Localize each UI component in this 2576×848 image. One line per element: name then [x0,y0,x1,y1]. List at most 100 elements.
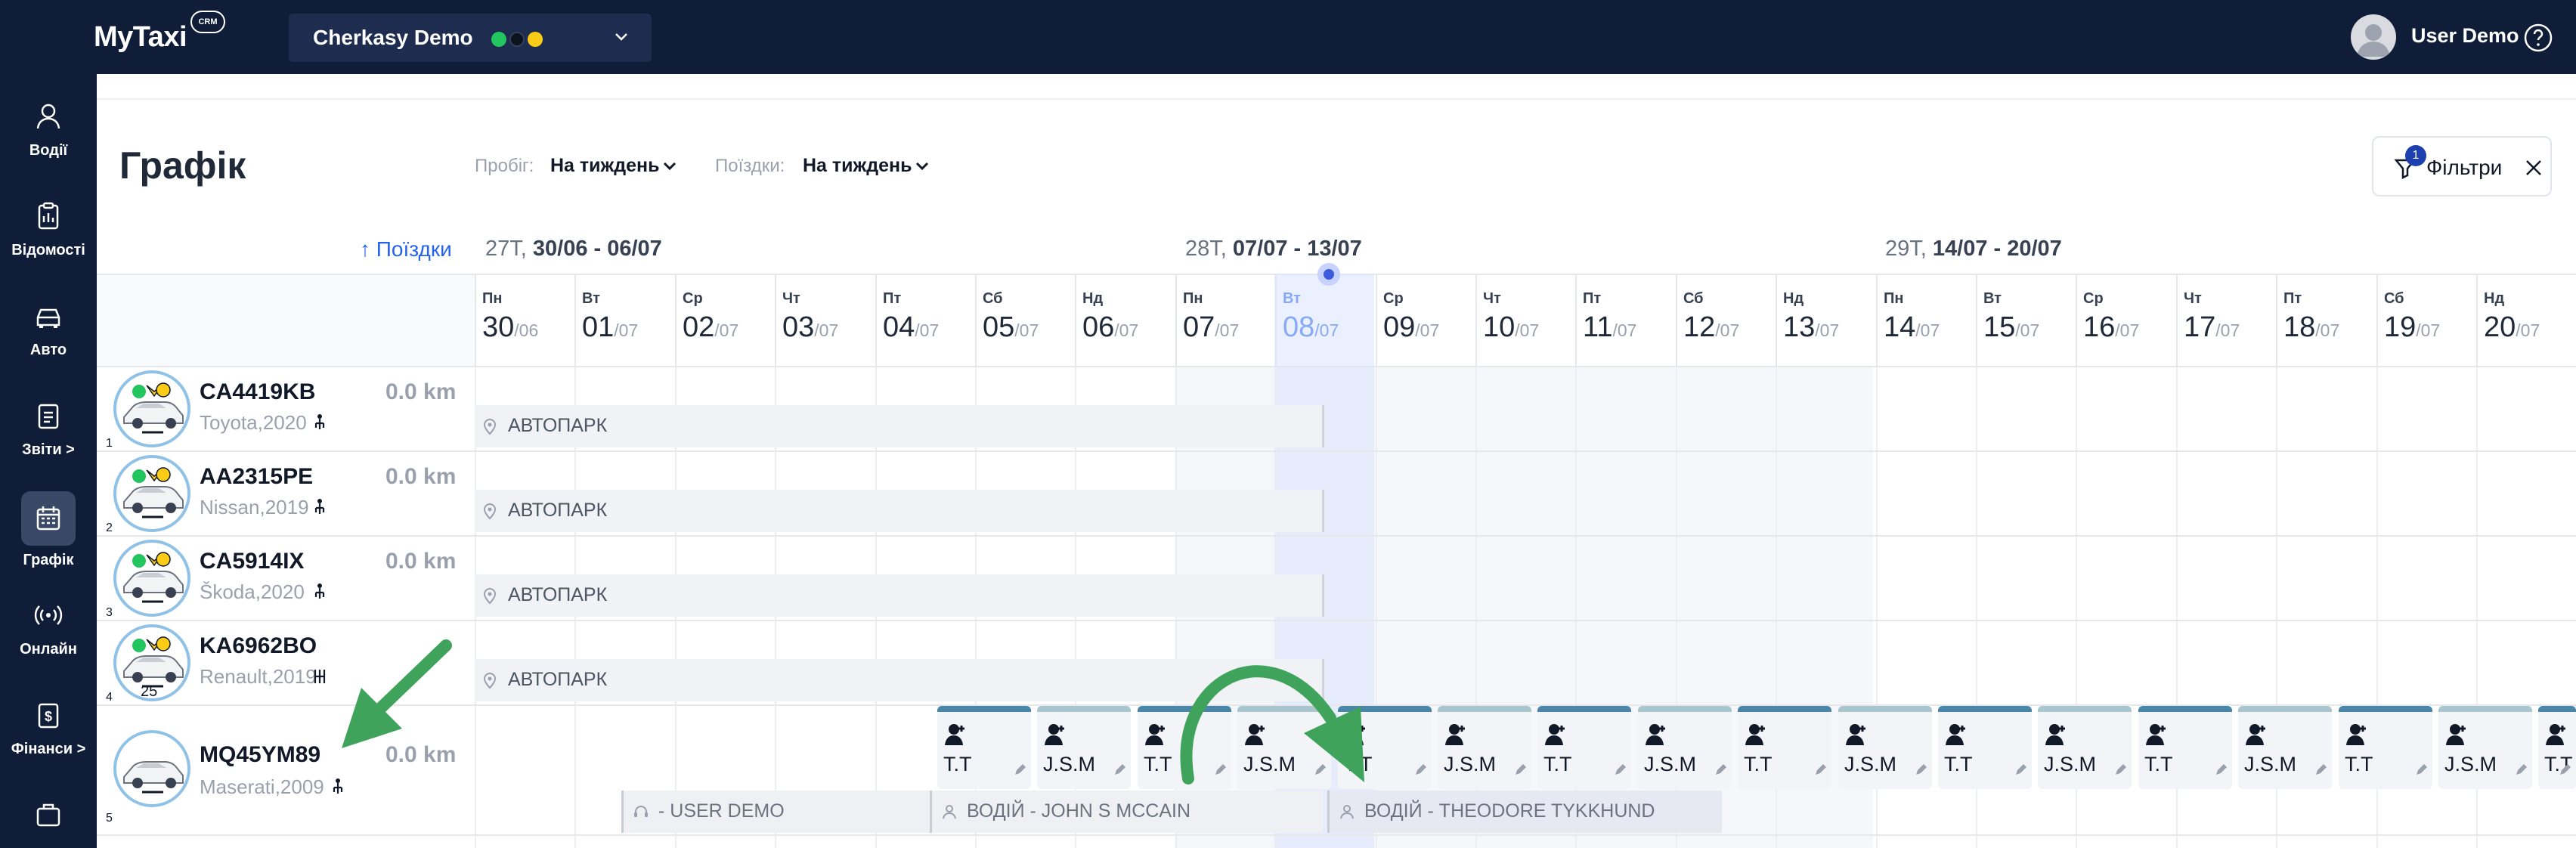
edit-icon[interactable] [1714,763,1727,777]
shift-bar [1537,706,1631,712]
app-logo[interactable]: MyTaxi [94,21,187,54]
sidebar-item-drivers[interactable]: Водії [0,92,97,175]
sidebar-item-finance[interactable]: $ Фінанси > [0,691,97,774]
chevron-down-icon[interactable] [915,160,930,172]
user-name[interactable]: User Demo [2411,24,2519,48]
car-plate[interactable]: AA2315PE [200,464,313,490]
shift-block[interactable]: J.S.M [2238,706,2332,789]
edit-icon[interactable] [1013,763,1026,777]
sidebar-item-online[interactable]: Онлайн [0,591,97,674]
edit-icon[interactable] [1813,763,1827,777]
day-number: 04 [883,311,915,343]
sidebar-item-more[interactable] [0,791,97,848]
edit-icon[interactable] [1313,763,1327,777]
day-header-04: Пт 04/07 [875,275,975,369]
assignment-bar[interactable]: ВОДІЙ - THEODORE TYKKHUND [1327,791,1722,833]
city-select[interactable]: Cherkasy Demo [289,14,652,62]
shift-block[interactable]: J.S.M [2438,706,2532,789]
shift-driver-initials: T.T [1344,753,1373,775]
day-number: 03 [782,311,815,343]
shift-block[interactable]: T.T [937,706,1031,789]
edit-icon[interactable] [2414,763,2428,777]
assignment-bar[interactable]: ВОДІЙ - JOHN S MCCAIN [930,791,1323,833]
edit-icon[interactable] [2214,763,2228,777]
car-row[interactable]: 3 CA5914IX 0.0 km Škoda,2020 [97,537,475,620]
shift-driver-initials: T.T [1744,753,1773,775]
day-number: 16 [2083,311,2116,343]
day-header-17: Чт 17/07 [2176,275,2276,369]
car-row[interactable]: 4 KA6962BO Renault,2019 25 [97,621,475,704]
day-month: /07 [2315,320,2340,340]
edit-icon[interactable] [1113,763,1126,777]
car-plate[interactable]: CA4419KB [200,379,315,405]
shift-block[interactable]: T.T [1138,706,1231,789]
park-bar[interactable]: АВТОПАРК [475,405,1324,447]
user-avatar[interactable] [2351,14,2396,60]
car-plate[interactable]: MQ45YM89 [200,742,320,768]
car-avatar[interactable] [113,540,190,617]
mileage-select[interactable]: На тиждень [550,155,659,177]
sidebar-item-reports[interactable]: Звіти > [0,392,97,475]
edit-icon[interactable] [1914,763,1927,777]
car-row[interactable]: 2 AA2315PE 0.0 km Nissan,2019 [97,452,475,535]
shift-block[interactable]: T.T [1938,706,2032,789]
trips-select[interactable]: На тиждень [803,155,912,177]
day-name: Сб [2384,290,2404,307]
car-avatar[interactable] [113,455,190,532]
edit-icon[interactable] [1613,763,1627,777]
edit-icon[interactable] [2113,763,2127,777]
report-icon [38,404,59,429]
close-icon[interactable] [2523,157,2544,178]
day-name: Чт [782,290,800,307]
car-plate[interactable]: KA6962BO [200,633,317,659]
shift-block[interactable]: T.T [1537,706,1631,789]
shift-block[interactable]: J.S.M [2038,706,2132,789]
car-mileage: 0.0 km [385,464,457,489]
shift-block[interactable]: J.S.M [1037,706,1131,789]
shift-block[interactable]: T.T [2138,706,2232,789]
filters-label: Фільтри [2426,156,2503,179]
edit-icon[interactable] [2558,763,2571,777]
shift-block[interactable]: J.S.M [1638,706,1732,789]
filters-button[interactable]: 1 Фільтри [2372,136,2552,197]
car-avatar[interactable] [113,370,190,447]
park-bar[interactable]: АВТОПАРК [475,490,1324,532]
car-mileage: 0.0 km [385,549,457,574]
car-model: Maserati,2009 [200,775,324,798]
edit-icon[interactable] [2514,763,2528,777]
day-name: Пн [1183,290,1203,307]
chevron-down-icon[interactable] [662,160,677,172]
shift-block[interactable]: T.T [2538,706,2576,789]
shift-block[interactable]: T.T [2339,706,2432,789]
driver-icon [1245,724,1265,745]
assignment-bar[interactable]: - USER DEMO [621,791,931,833]
park-bar[interactable]: АВТОПАРК [475,574,1324,617]
edit-icon[interactable] [1413,763,1427,777]
car-plate[interactable]: CA5914IX [200,549,304,574]
shift-block[interactable]: T.T [1338,706,1432,789]
edit-icon[interactable] [1513,763,1527,777]
shift-block[interactable]: J.S.M [1838,706,1932,789]
edit-icon[interactable] [1213,763,1227,777]
edit-icon[interactable] [2314,763,2327,777]
help-icon[interactable] [2523,23,2553,53]
sidebar-item-statements[interactable]: Відомості [0,192,97,275]
shift-block[interactable]: T.T [1738,706,1831,789]
top-bar: MyTaxi CRM Cherkasy Demo User Demo [0,0,2576,74]
car-avatar[interactable] [113,730,190,807]
car-row[interactable]: 1 CA4419KB 0.0 km Toyota,2020 [97,367,475,450]
week-range: 30/06 - 06/07 [532,237,662,261]
car-index: 2 [106,521,113,534]
edit-icon[interactable] [2014,763,2027,777]
status-dot-yellow [528,32,543,47]
park-bar[interactable]: АВТОПАРК [475,659,1324,701]
sort-trips-link[interactable]: ↑ Поїздки [360,237,452,262]
day-month: /07 [1612,320,1637,340]
sidebar-item-schedule[interactable]: Графік [0,491,97,574]
car-row[interactable]: 5 MQ45YM89 0.0 km Maserati,2009 [97,706,475,834]
sidebar-item-cars[interactable]: Авто [0,292,97,375]
park-label: АВТОПАРК [508,415,608,436]
shift-block[interactable]: J.S.M [1438,706,1531,789]
shift-bar [2438,706,2532,712]
shift-block[interactable]: J.S.M [1237,706,1331,789]
